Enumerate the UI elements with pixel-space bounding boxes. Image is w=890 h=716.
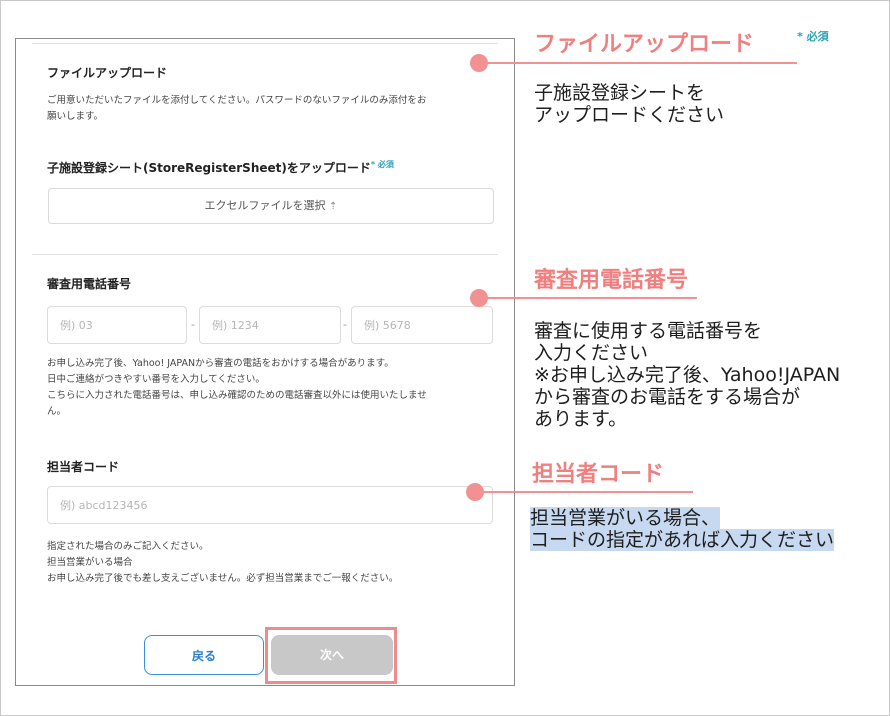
select-excel-file-button[interactable]: エクセルファイルを選択 ⇡ [48, 188, 494, 224]
phone-separator: - [191, 318, 195, 331]
phone-notes: お申し込み完了後、Yahoo! JAPANから審査の電話をおかけする場合がありま… [47, 358, 427, 417]
rep-code-input[interactable]: 例) abcd123456 [47, 486, 493, 524]
rep-annotation-title: 担当者コード [532, 462, 665, 487]
upload-section-title: ファイルアップロード [47, 66, 168, 80]
upload-annotation-text: 子施設登録シートを アップロードください [534, 82, 725, 126]
callout-dot [466, 483, 484, 501]
rep-code-section-title: 担当者コード [47, 460, 120, 474]
phone-part2-input[interactable]: 例) 1234 [199, 306, 341, 344]
callout-line [487, 62, 797, 64]
upload-description: ご用意いただいたファイルを添付してください。パスワードのないファイルのみ添付をお… [47, 95, 427, 122]
phone-annotation-text: 審査に使用する電話番号を 入力ください ※お申し込み完了後、Yahoo!JAPA… [534, 320, 841, 430]
callout-line [483, 491, 693, 493]
upload-annotation-title: ファイルアップロード [534, 32, 755, 57]
phone-separator: - [343, 318, 347, 331]
rep-annotation-text: 担当営業がいる場合、 コードの指定があれば入力ください [530, 507, 835, 551]
callout-dot [470, 54, 488, 72]
phone-annotation-title: 審査用電話番号 [534, 268, 689, 293]
form-panel: ファイルアップロード ご用意いただいたファイルを添付してください。パスワードのな… [15, 38, 515, 686]
callout-line [487, 297, 697, 299]
phone-section-title: 審査用電話番号 [47, 277, 132, 291]
required-mark: * 必須 [370, 160, 394, 169]
phone-part1-input[interactable]: 例) 03 [47, 306, 187, 344]
next-button-highlight [265, 627, 397, 684]
back-button[interactable]: 戻る [144, 635, 264, 675]
upload-icon: ⇡ [329, 201, 338, 212]
phone-part3-input[interactable]: 例) 5678 [351, 306, 493, 344]
rep-code-notes: 指定された場合のみご記入ください。 担当営業がいる場合 お申し込み完了後でも差し… [47, 541, 399, 584]
upload-field-label: 子施設登録シート(StoreRegisterSheet)をアップロード* 必須 [47, 160, 394, 175]
upload-annotation-required: * 必須 [797, 30, 829, 43]
divider [32, 43, 498, 44]
callout-dot [470, 289, 488, 307]
divider [32, 254, 498, 255]
